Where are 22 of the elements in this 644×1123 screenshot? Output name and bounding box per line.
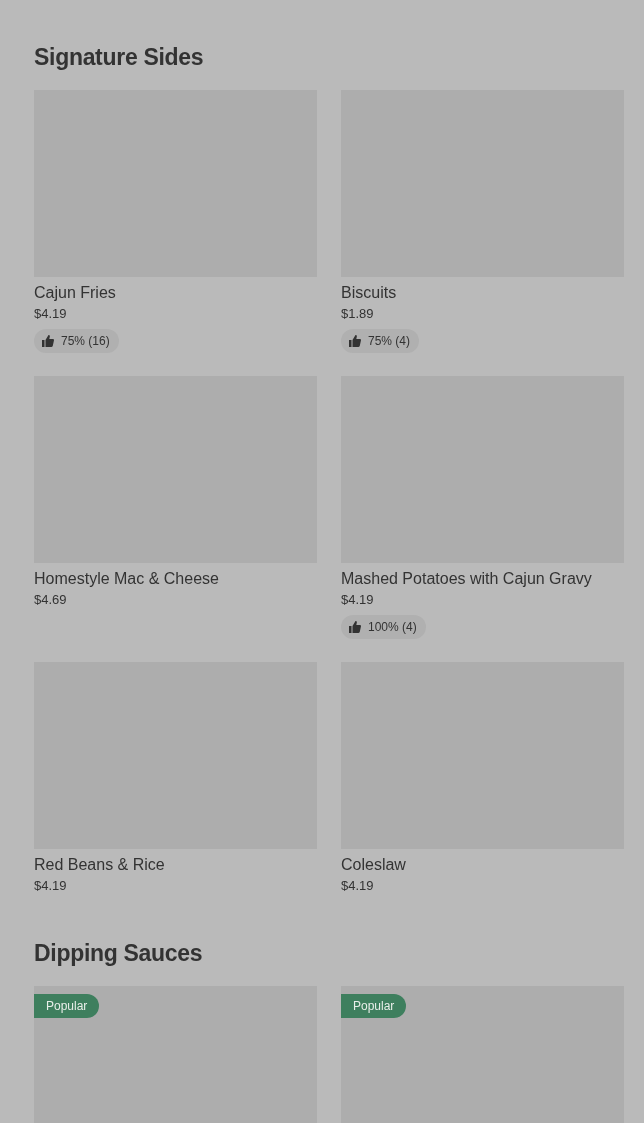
- rating-pill: 75% (16): [34, 329, 119, 353]
- item-price: $4.19: [341, 878, 375, 894]
- thumbs-up-icon: [42, 335, 54, 347]
- item-name[interactable]: Cajun Fries: [34, 283, 317, 303]
- rating-pill: 100% (4): [341, 615, 426, 639]
- rating-pill: 75% (4): [341, 329, 420, 353]
- item-price: $4.19: [34, 878, 68, 894]
- thumbs-up-icon: [349, 621, 361, 633]
- item-price: $4.19: [341, 592, 375, 608]
- item-name[interactable]: Coleslaw: [341, 855, 624, 875]
- item-price: $1.89: [341, 306, 375, 322]
- popular-badge: Popular: [341, 994, 407, 1018]
- item-name[interactable]: Biscuits: [341, 283, 624, 303]
- section-heading: Signature Sides: [34, 43, 205, 72]
- item-name[interactable]: Red Beans & Rice: [34, 855, 317, 875]
- popular-badge: Popular: [34, 994, 100, 1018]
- item-price: $4.19: [34, 306, 68, 322]
- section-heading: Dipping Sauces: [34, 939, 204, 968]
- item-name[interactable]: Homestyle Mac & Cheese: [34, 569, 317, 589]
- item-name[interactable]: Mashed Potatoes with Cajun Gravy: [341, 569, 624, 589]
- thumbs-up-icon: [349, 335, 361, 347]
- item-price: $4.69: [34, 592, 68, 608]
